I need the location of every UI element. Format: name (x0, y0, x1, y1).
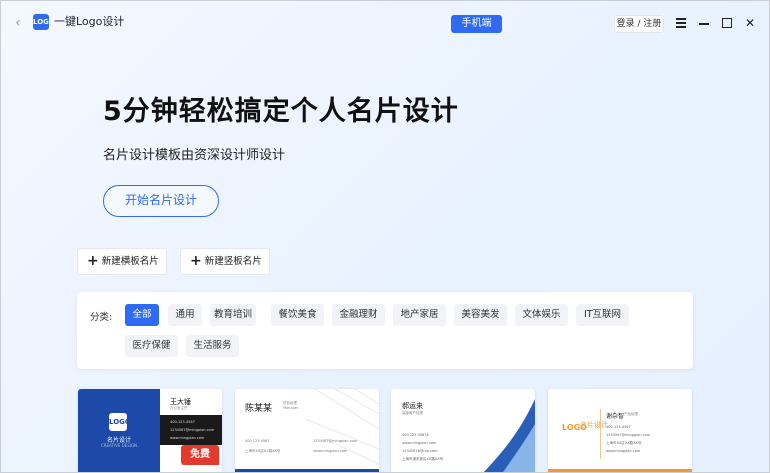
card-address: 上海市XX区XX路XX号 (606, 441, 642, 445)
card-wave-decoration (483, 399, 535, 472)
card-role: 高级客户经理 (402, 411, 423, 415)
card-bottom-bar (235, 469, 379, 472)
category-chip-realestate[interactable]: 地产家居 (393, 304, 446, 326)
title-bar: ‹ LOGO 一键Logo设计 手机端 登录 / 注册 ✕ (1, 1, 769, 45)
app-title: 一键Logo设计 (54, 15, 125, 28)
filter-label: 分类: (90, 312, 113, 323)
category-chip-lifestyle[interactable]: 生活服务 (186, 335, 239, 357)
card-phone: 400-123-4567 (606, 425, 631, 429)
card-bottom-bar (548, 469, 692, 472)
start-design-button[interactable]: 开始名片设计 (103, 185, 219, 217)
card-name: 郝运来 (402, 402, 423, 410)
card-brand-panel: LOGO 名片设计 CREATIVE DESIGN (78, 389, 160, 472)
category-chip-all[interactable]: 全部 (125, 304, 159, 326)
card-email: 1234567@mingpian.com (170, 428, 215, 432)
card-email: 1234567@mingpian.com (606, 433, 651, 437)
card-phone: 400-123-4567 (170, 420, 195, 424)
card-divider (600, 409, 601, 459)
plus-icon: + (190, 253, 202, 269)
category-filter-panel: 分类: 全部 通用 教育培训 餐饮美食 金融理财 地产家居 美容美发 文体娱乐 … (77, 292, 693, 369)
card-email: 1234567@mingpian.com (313, 439, 358, 443)
category-chip-it[interactable]: IT互联网 (576, 304, 629, 326)
card-brand: 名片设计 (580, 421, 608, 429)
card-name: 陈某某 (245, 404, 273, 414)
maximize-icon[interactable] (720, 15, 734, 31)
card-email: 12345678@mp.com (402, 449, 438, 453)
card-phone: 400 123 45678 (402, 433, 429, 437)
card-role: 项目经理 Manager (283, 401, 298, 411)
template-card[interactable]: LOGO 名片设计 CREATIVE DESIGN 王大锤 办公室主任 400-… (78, 389, 222, 472)
card-role: 办公室主任 (170, 406, 188, 410)
card-website: www.mingpian.com (313, 449, 348, 453)
category-chip-finance[interactable]: 金融理财 (332, 304, 385, 326)
hero-title: 5分钟轻松搞定个人名片设计 (103, 96, 459, 127)
card-website: www.mingpian.com (606, 449, 641, 453)
close-icon[interactable]: ✕ (743, 15, 757, 31)
card-decoration (304, 389, 379, 465)
login-register-button[interactable]: 登录 / 注册 (614, 15, 664, 33)
category-chip-beauty[interactable]: 美容美发 (454, 304, 507, 326)
category-chip-medical[interactable]: 医疗保健 (125, 335, 178, 357)
card-logo-icon: LOGO (109, 413, 131, 431)
new-vertical-card-button[interactable]: + 新建竖板名片 (180, 248, 270, 275)
mobile-button[interactable]: 手机端 (451, 15, 502, 33)
template-card[interactable]: 陈某某 项目经理 Manager 400 123 4567 1234567@mi… (235, 389, 379, 472)
app-logo-icon: LOGO (33, 14, 55, 30)
app-window: ‹ LOGO 一键Logo设计 手机端 登录 / 注册 ✕ 5分钟轻松搞定个人名… (0, 0, 770, 473)
new-horizontal-card-button[interactable]: + 新建横板名片 (77, 248, 167, 275)
menu-icon[interactable] (674, 15, 688, 31)
category-chip-general[interactable]: 通用 (168, 304, 202, 326)
card-role-en: Manager (283, 406, 299, 410)
category-chip-food[interactable]: 餐饮美食 (271, 304, 324, 326)
category-chip-entertainment[interactable]: 文体娱乐 (515, 304, 568, 326)
template-card[interactable]: 郝运来 高级客户经理 400 123 45678 www.mingpian.co… (391, 389, 535, 472)
card-address: 上海市浦东新区XX路XX号 (402, 457, 444, 461)
card-website: www.mingpian.com (402, 441, 437, 445)
minimize-icon[interactable] (697, 15, 711, 31)
card-name: 谢杂智 (606, 413, 625, 420)
card-phone: 400 123 4567 (245, 439, 270, 443)
card-role: 产品经理 (624, 412, 638, 416)
plus-icon: + (87, 253, 99, 269)
template-card[interactable]: LOGO 名片设计 谢杂智 产品经理 400-123-4567 1234567@… (548, 389, 692, 472)
free-badge: 免费 (181, 445, 219, 465)
new-horizontal-card-label: 新建横板名片 (101, 256, 159, 267)
category-chip-education[interactable]: 教育培训 (210, 304, 256, 326)
card-brand-en: CREATIVE DESIGN (100, 443, 138, 448)
new-vertical-card-label: 新建竖板名片 (204, 256, 262, 267)
hero-subtitle: 名片设计模板由资深设计师设计 (103, 148, 286, 163)
card-website: www.mingpian.com (170, 436, 205, 440)
chevron-left-icon[interactable]: ‹ (11, 15, 25, 31)
card-address: 上海市XX区XX路XX号 (245, 449, 281, 453)
